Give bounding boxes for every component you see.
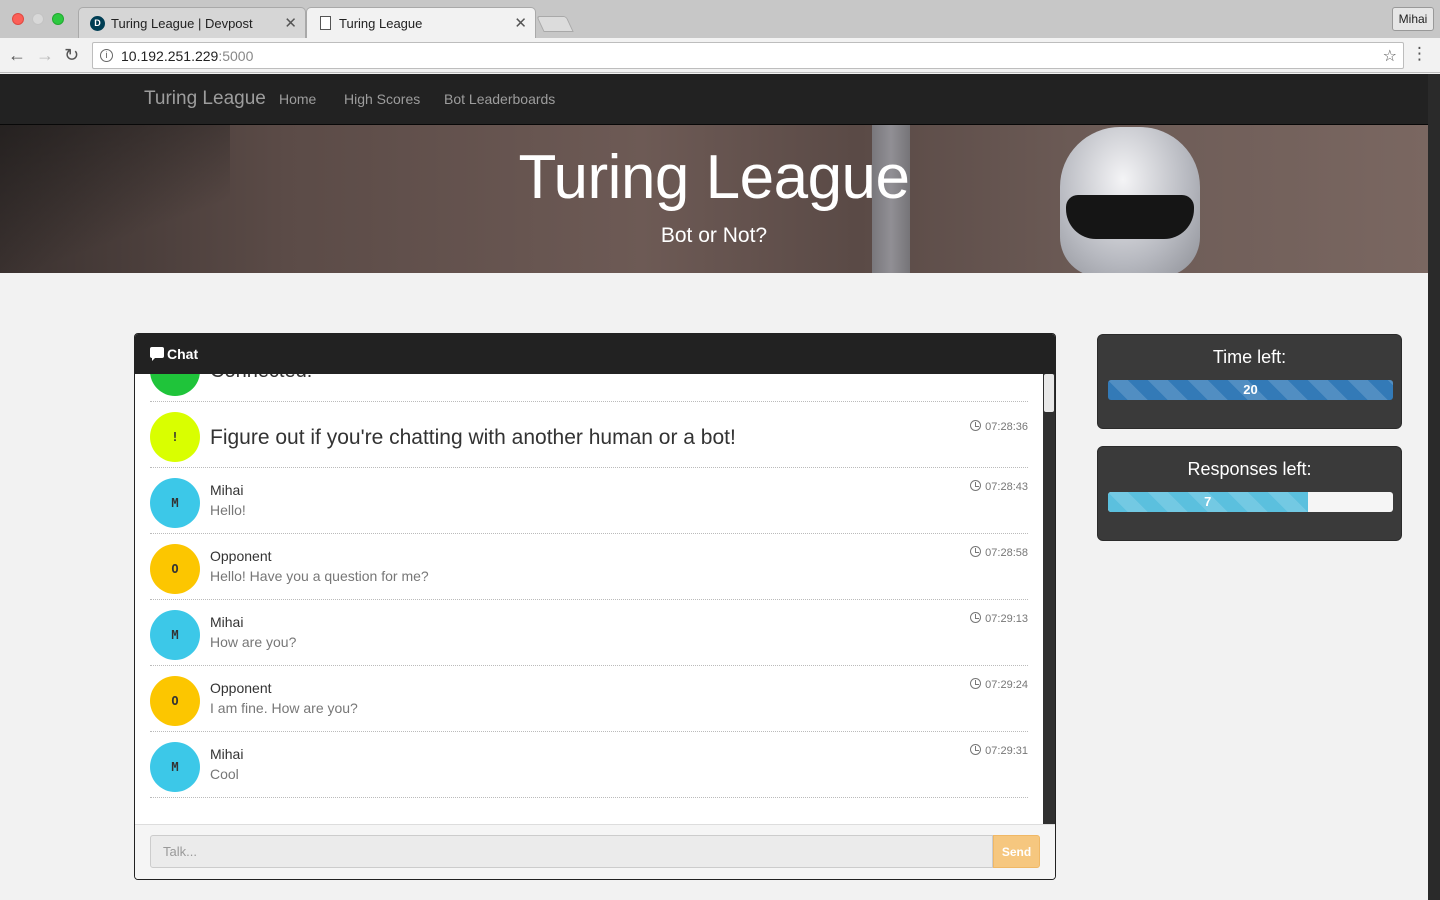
message-sender: Opponent [210,680,272,696]
message-text: Hello! Have you a question for me? [210,568,429,584]
list-item: O Opponent Hello! Have you a question fo… [150,534,1028,600]
clock-icon [970,480,982,491]
message-time: 07:28:36 [970,420,1028,433]
avatar: M [150,610,200,660]
comment-icon [150,347,164,361]
clock-icon [970,678,982,689]
chat-footer: Send [135,824,1055,879]
reload-icon[interactable]: ↻ [64,45,79,65]
message-text: Cool [210,766,239,782]
chat-scrollbar-thumb[interactable] [1044,374,1054,412]
message-text: How are you? [210,634,297,650]
avatar: O [150,676,200,726]
list-item: M Mihai Cool 07:29:31 [150,732,1028,798]
browser-menu-icon[interactable]: ⋮ [1411,44,1428,64]
site-navbar: Turing League Home High Scores Bot Leade… [0,74,1428,125]
timestamp: 07:28:43 [985,481,1028,493]
url-port: :5000 [218,48,254,64]
tab-devpost[interactable]: D Turing League | Devpost ✕ [78,7,306,38]
system-avatar: ! [150,412,200,462]
send-button[interactable]: Send [993,835,1040,868]
message-text: I am fine. How are you? [210,700,358,716]
timestamp: 07:29:13 [985,613,1028,625]
back-arrow-icon[interactable]: ← [8,45,26,65]
hero-subtitle: Bot or Not? [660,224,768,247]
clock-icon [970,546,982,557]
list-item-connected: Connected! [150,374,1028,402]
list-item: M Mihai Hello! 07:28:43 [150,468,1028,534]
info-icon[interactable]: i [100,49,113,62]
message-sender: Mihai [210,482,244,498]
time-left-progress: 20 [1108,380,1393,400]
tab-turing-league[interactable]: Turing League ✕ [306,7,536,38]
browser-toolbar: ← → ↻ i 10.192.251.229:5000 ☆ ⋮ [0,38,1440,73]
message-time: 07:28:43 [970,480,1028,493]
close-tab-icon[interactable]: ✕ [514,14,527,32]
message-time: 07:29:13 [970,612,1028,625]
address-bar[interactable]: i 10.192.251.229:5000 ☆ [92,42,1404,69]
responses-left-label: Responses left: [1187,459,1312,479]
list-item: O Opponent I am fine. How are you? 07:29… [150,666,1028,732]
avatar: M [150,478,200,528]
close-tab-icon[interactable]: ✕ [284,14,297,32]
forward-arrow-icon[interactable]: → [36,45,54,65]
chat-header: Chat [135,334,1055,374]
timestamp: 07:29:31 [985,745,1028,757]
bookmark-star-icon[interactable]: ☆ [1383,46,1397,66]
url-text: 10.192.251.229:5000 [121,48,253,64]
chat-title: Chat [167,346,199,362]
avatar: M [150,742,200,792]
list-item-system: ! Figure out if you're chatting with ano… [150,402,1028,468]
devpost-icon: D [90,16,105,31]
close-window-button[interactable] [12,13,24,25]
timestamp: 07:28:58 [985,547,1028,559]
responses-left-progress-bar: 7 [1108,492,1308,512]
message-text: Connected! [210,374,312,383]
nav-link-home[interactable]: Home [279,91,316,107]
nav-link-high-scores[interactable]: High Scores [344,91,420,107]
time-left-progress-bar: 20 [1108,380,1393,400]
maximize-window-button[interactable] [52,13,64,25]
connected-avatar [150,374,200,396]
clock-icon [970,612,982,623]
message-text: Figure out if you're chatting with anoth… [210,426,736,449]
clock-icon [970,420,982,431]
message-sender: Opponent [210,548,272,564]
hero-title: Turing League [518,143,910,212]
brand-link[interactable]: Turing League [144,88,266,110]
message-sender: Mihai [210,614,244,630]
responses-left-panel: Responses left: 7 [1097,446,1402,541]
nav-link-bot-leaderboards[interactable]: Bot Leaderboards [444,91,555,107]
talk-input[interactable] [150,835,993,868]
new-tab-button[interactable] [536,16,574,32]
timestamp: 07:29:24 [985,679,1028,691]
minimize-window-button[interactable] [32,13,44,25]
page-scrollbar[interactable] [1428,74,1440,900]
message-text: Hello! [210,502,246,518]
time-left-panel: Time left: 20 [1097,334,1402,429]
profile-button[interactable]: Mihai [1392,7,1434,31]
avatar: O [150,544,200,594]
list-item: M Mihai How are you? 07:29:13 [150,600,1028,666]
browser-tabstrip: D Turing League | Devpost ✕ Turing Leagu… [0,0,1440,38]
message-time: 07:29:31 [970,744,1028,757]
chat-panel: Chat Connected! ! Figure out if you're c… [134,333,1056,880]
url-host: 10.192.251.229 [121,48,219,64]
page-icon [320,16,331,30]
message-time: 07:29:24 [970,678,1028,691]
chat-message-list[interactable]: Connected! ! Figure out if you're chatti… [135,374,1055,824]
tab-title: Turing League [339,16,423,31]
clock-icon [970,744,982,755]
time-left-label: Time left: [1212,347,1287,367]
message-time: 07:28:58 [970,546,1028,559]
chat-scrollbar[interactable] [1043,374,1055,824]
tab-title: Turing League | Devpost [111,16,253,31]
timestamp: 07:28:36 [985,421,1028,433]
responses-left-progress: 7 [1108,492,1393,512]
message-sender: Mihai [210,746,244,762]
